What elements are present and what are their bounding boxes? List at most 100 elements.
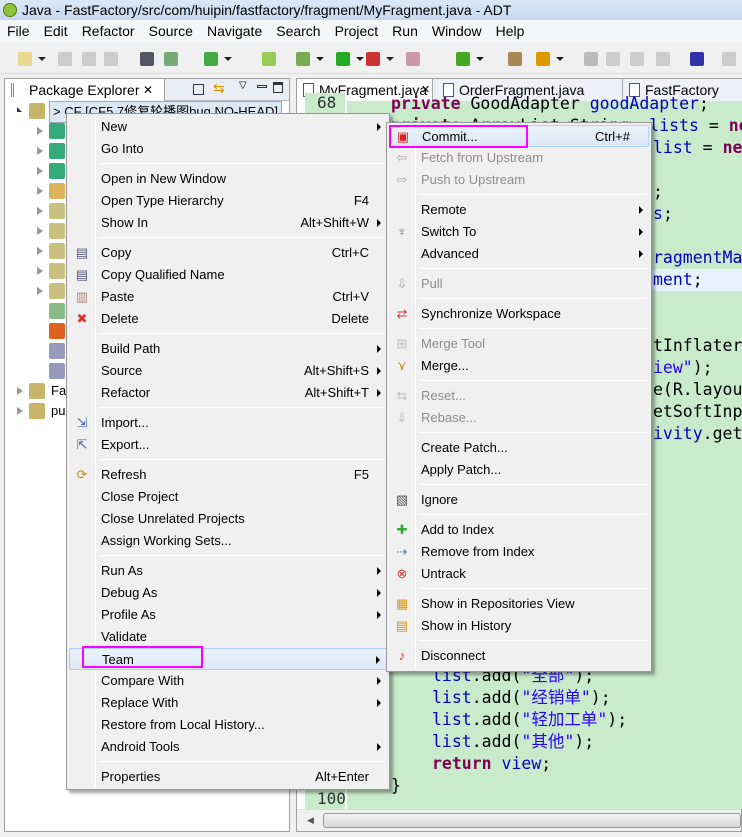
dropdown-arrow-icon[interactable]: [356, 57, 364, 61]
expand-arrow-icon[interactable]: [37, 167, 43, 175]
expand-arrow-icon[interactable]: [37, 267, 43, 275]
task-icon[interactable]: [204, 52, 218, 66]
new-android-class-icon[interactable]: [262, 52, 276, 66]
expand-arrow-icon[interactable]: [37, 147, 43, 155]
expand-arrow-icon[interactable]: [37, 127, 43, 135]
menu-item-disconnect[interactable]: ♪ Disconnect: [389, 645, 649, 667]
skip-breakpoints-icon[interactable]: [690, 52, 704, 66]
menu-file[interactable]: File: [0, 20, 37, 42]
menu-item-close-unrelated-projects[interactable]: Close Unrelated Projects: [69, 508, 387, 530]
menu-item-build-path[interactable]: Build Path: [69, 338, 387, 360]
menu-item-android-tools[interactable]: Android Tools: [69, 736, 387, 758]
menu-window[interactable]: Window: [425, 20, 489, 42]
run-icon[interactable]: [336, 52, 350, 66]
menu-item-apply-patch[interactable]: Apply Patch...: [389, 459, 649, 481]
menu-navigate[interactable]: Navigate: [200, 20, 269, 42]
new-class-icon[interactable]: [456, 52, 470, 66]
menu-item-refresh[interactable]: ⟳ Refresh F5: [69, 464, 387, 486]
expand-arrow-icon[interactable]: [37, 247, 43, 255]
menu-item-go-into[interactable]: Go Into: [69, 138, 387, 160]
menu-item-import[interactable]: ⇲ Import...: [69, 412, 387, 434]
menu-item-show-in-history[interactable]: ▤ Show in History: [389, 615, 649, 637]
menu-item-debug-as[interactable]: Debug As: [69, 582, 387, 604]
menu-item-refactor[interactable]: Refactor Alt+Shift+T: [69, 382, 387, 404]
expand-arrow-icon[interactable]: [17, 107, 22, 112]
menu-item-create-patch[interactable]: Create Patch...: [389, 437, 649, 459]
menu-item-synchronize-workspace[interactable]: ⇄ Synchronize Workspace: [389, 303, 649, 325]
new-icon[interactable]: [18, 52, 32, 66]
menu-item-show-in-repositories-view[interactable]: ▦ Show in Repositories View: [389, 593, 649, 615]
expand-arrow-icon[interactable]: [17, 407, 23, 415]
menu-item-replace-with[interactable]: Replace With: [69, 692, 387, 714]
menu-item-properties[interactable]: Properties Alt+Enter: [69, 766, 387, 788]
menu-item-source[interactable]: Source Alt+Shift+S: [69, 360, 387, 382]
menu-project[interactable]: Project: [328, 20, 386, 42]
menu-item-delete[interactable]: ✖ Delete Delete: [69, 308, 387, 330]
paragraph-icon[interactable]: [656, 52, 670, 66]
android-sdk-manager-icon[interactable]: [140, 52, 154, 66]
view-menu-icon[interactable]: ▽: [239, 80, 247, 91]
dropdown-arrow-icon[interactable]: [476, 57, 484, 61]
menu-item-untrack[interactable]: ⊗ Untrack: [389, 563, 649, 585]
save-icon[interactable]: [58, 52, 72, 66]
tab-package-explorer[interactable]: Package Explorer ✕: [5, 79, 165, 101]
menu-source[interactable]: Source: [142, 20, 200, 42]
new-java-package-icon[interactable]: [406, 52, 420, 66]
external-tools-icon[interactable]: [366, 52, 380, 66]
close-icon[interactable]: ✕: [143, 79, 153, 101]
android-avd-manager-icon[interactable]: [164, 52, 178, 66]
menu-item-advanced[interactable]: Advanced: [389, 243, 649, 265]
menu-item-assign-working-sets[interactable]: Assign Working Sets...: [69, 530, 387, 552]
expand-arrow-icon[interactable]: [37, 287, 43, 295]
menu-item-copy-qualified-name[interactable]: ▤ Copy Qualified Name: [69, 264, 387, 286]
menu-item-compare-with[interactable]: Compare With: [69, 670, 387, 692]
menu-item-remote[interactable]: Remote: [389, 199, 649, 221]
menu-item-run-as[interactable]: Run As: [69, 560, 387, 582]
dropdown-arrow-icon[interactable]: [386, 57, 394, 61]
menu-item-paste[interactable]: ▥ Paste Ctrl+V: [69, 286, 387, 308]
open-type-icon[interactable]: [508, 52, 522, 66]
minimize-icon[interactable]: [257, 85, 267, 88]
search-tool-icon[interactable]: [536, 52, 550, 66]
dropdown-arrow-icon[interactable]: [316, 57, 324, 61]
menu-item-open-in-new-window[interactable]: Open in New Window: [69, 168, 387, 190]
pen-icon[interactable]: [606, 52, 620, 66]
annotation-icon[interactable]: [584, 52, 598, 66]
menu-item-switch-to[interactable]: ♆ Switch To: [389, 221, 649, 243]
scrollbar-thumb[interactable]: [323, 813, 741, 828]
print-icon[interactable]: [104, 52, 118, 66]
menu-item-new[interactable]: New: [69, 116, 387, 138]
save-all-icon[interactable]: [82, 52, 96, 66]
debug-icon[interactable]: [296, 52, 310, 66]
block-icon[interactable]: [630, 52, 644, 66]
expand-arrow-icon[interactable]: [37, 187, 43, 195]
menu-item-show-in[interactable]: Show In Alt+Shift+W: [69, 212, 387, 234]
menu-item-profile-as[interactable]: Profile As: [69, 604, 387, 626]
menu-item-ignore[interactable]: ▧ Ignore: [389, 489, 649, 511]
dropdown-arrow-icon[interactable]: [556, 57, 564, 61]
next-annotation-icon[interactable]: [722, 52, 736, 66]
horizontal-scrollbar[interactable]: ◀: [297, 809, 741, 831]
menu-item-close-project[interactable]: Close Project: [69, 486, 387, 508]
menu-item-merge[interactable]: ⋎ Merge...: [389, 355, 649, 377]
menu-item-remove-from-index[interactable]: ⇢ Remove from Index: [389, 541, 649, 563]
dropdown-arrow-icon[interactable]: [224, 57, 232, 61]
dropdown-arrow-icon[interactable]: [38, 57, 46, 61]
menu-help[interactable]: Help: [489, 20, 532, 42]
expand-arrow-icon[interactable]: [37, 207, 43, 215]
menu-run[interactable]: Run: [385, 20, 425, 42]
menu-item-add-to-index[interactable]: ✚ Add to Index: [389, 519, 649, 541]
menu-item-restore-from-local-history[interactable]: Restore from Local History...: [69, 714, 387, 736]
menu-refactor[interactable]: Refactor: [75, 20, 142, 42]
maximize-icon[interactable]: [273, 82, 283, 93]
menu-item-validate[interactable]: Validate: [69, 626, 387, 648]
link-with-editor-icon[interactable]: ⇆: [213, 80, 225, 97]
menu-search[interactable]: Search: [269, 20, 327, 42]
menu-item-export[interactable]: ⇱ Export...: [69, 434, 387, 456]
expand-arrow-icon[interactable]: [17, 387, 23, 395]
collapse-all-icon[interactable]: [193, 84, 204, 95]
expand-arrow-icon[interactable]: [37, 227, 43, 235]
menu-item-copy[interactable]: ▤ Copy Ctrl+C: [69, 242, 387, 264]
menu-edit[interactable]: Edit: [37, 20, 75, 42]
menu-item-open-type-hierarchy[interactable]: Open Type Hierarchy F4: [69, 190, 387, 212]
